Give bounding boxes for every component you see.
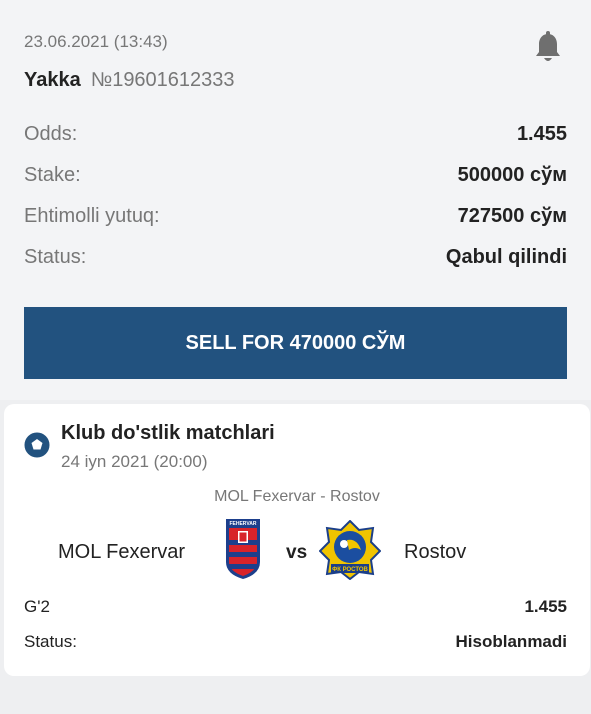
odds-value: 1.455	[516, 123, 567, 145]
status-label: Status:	[24, 246, 87, 268]
stake-value: 500000 сўм	[457, 164, 567, 186]
event-status-value: Hisoblanmadi	[455, 632, 567, 651]
status-row: Status: Qabul qilindi	[24, 246, 567, 272]
away-team-name: Rostov	[404, 541, 467, 563]
outcome-odds: 1.455	[524, 597, 567, 616]
ticket-header: Yakka №19601612333	[24, 69, 235, 92]
potential-win-label: Ehtimolli yutuq:	[24, 205, 160, 227]
home-logo-text: FEHERVAR	[229, 521, 256, 527]
home-team-name: MOL Fexervar	[58, 541, 186, 563]
sell-button[interactable]: SELL FOR 470000 СЎМ	[24, 307, 567, 379]
bet-type: Yakka	[24, 69, 81, 91]
league-name: Klub do'stlik matchlari	[61, 422, 275, 444]
odds-row: Odds: 1.455	[24, 123, 567, 149]
potential-win-row: Ehtimolli yutuq: 727500 сўм	[24, 205, 567, 231]
outcome-row: G'2 1.455	[24, 597, 567, 619]
outcome-label: G'2	[24, 597, 50, 616]
bet-summary-panel: 23.06.2021 (13:43) Yakka №19601612333 Odd…	[0, 0, 591, 400]
stake-label: Stake:	[24, 164, 81, 186]
stake-row: Stake: 500000 сўм	[24, 164, 567, 190]
bell-icon[interactable]	[534, 31, 562, 65]
home-team-logo: FEHERVAR	[226, 519, 260, 579]
event-card: Klub do'stlik matchlari 24 iyn 2021 (20:…	[4, 404, 590, 676]
potential-win-value: 727500 сўм	[457, 205, 567, 227]
away-logo-text: ФК РОСТОВ	[332, 567, 368, 573]
event-date: 24 iyn 2021 (20:00)	[61, 452, 208, 471]
football-icon	[24, 432, 50, 458]
odds-label: Odds:	[24, 123, 78, 145]
event-status-row: Status: Hisoblanmadi	[24, 632, 567, 654]
vs-label: vs	[286, 542, 308, 563]
ticket-number: №19601612333	[90, 69, 235, 91]
event-status-label: Status:	[24, 632, 77, 651]
bet-datetime: 23.06.2021 (13:43)	[24, 32, 168, 51]
status-value: Qabul qilindi	[445, 246, 567, 268]
away-team-logo: ФК РОСТОВ	[319, 520, 381, 580]
match-name: MOL Fexervar - Rostov	[214, 488, 380, 505]
